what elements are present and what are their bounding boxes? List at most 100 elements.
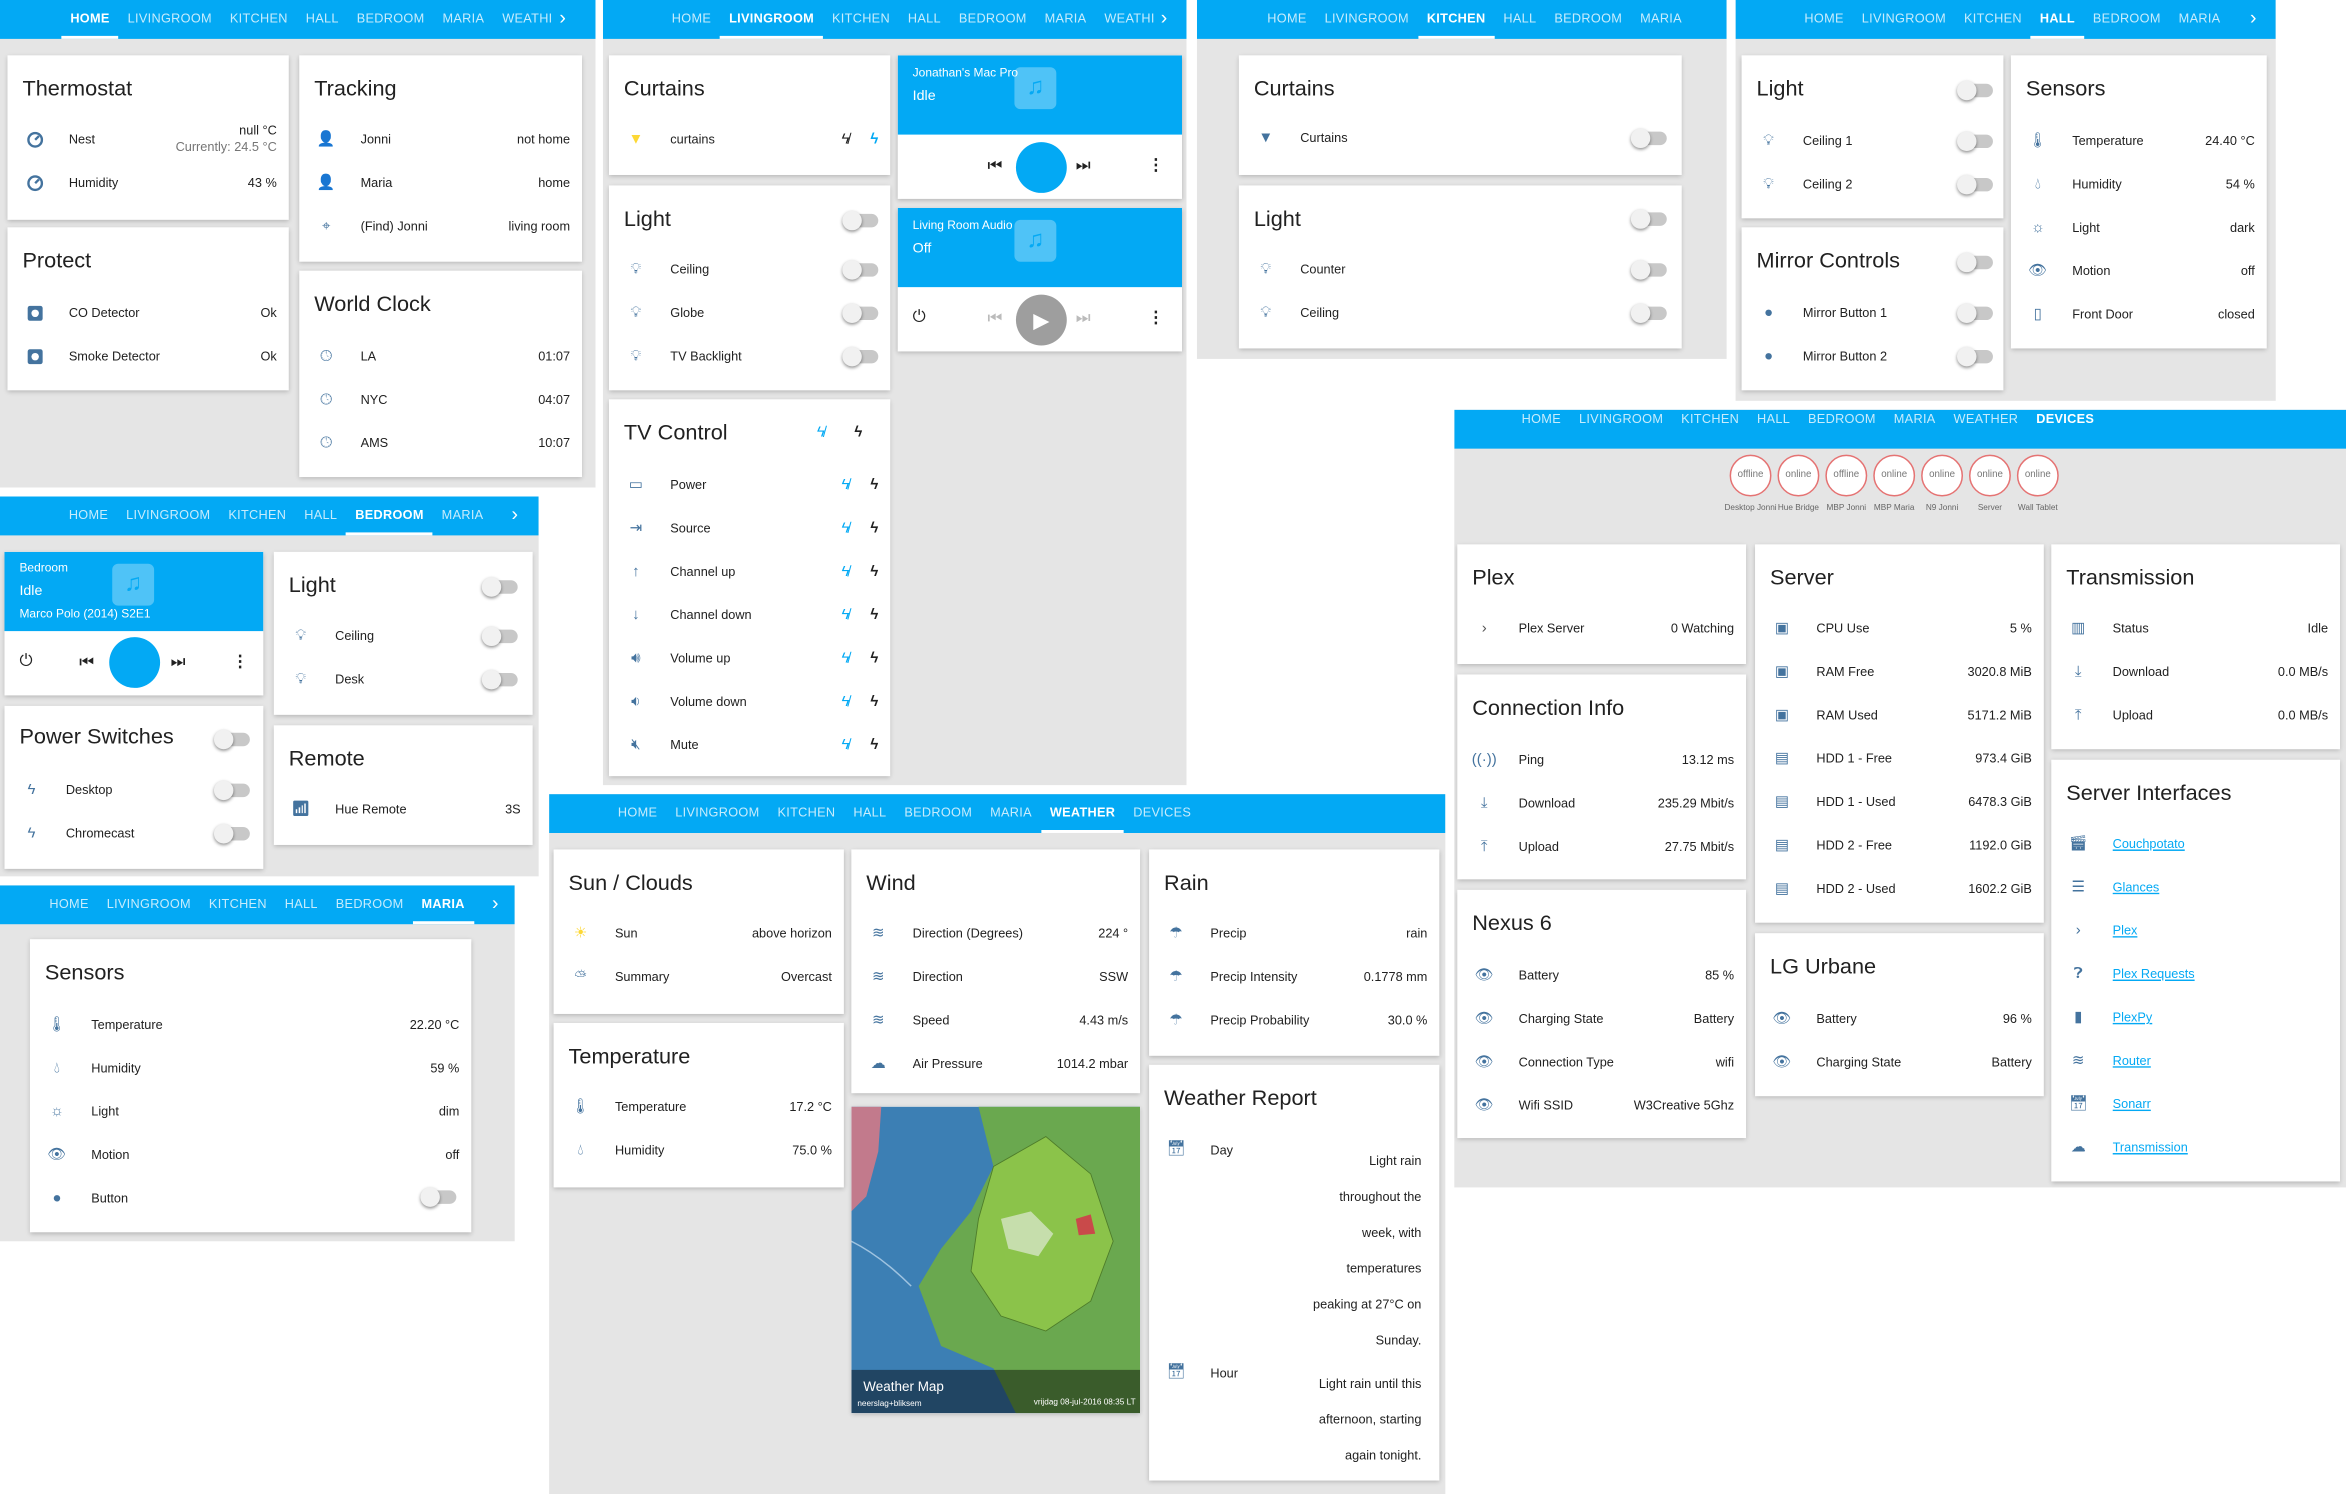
switch-toggle[interactable] bbox=[213, 779, 250, 800]
tab-home[interactable]: HOME bbox=[1795, 0, 1852, 39]
tab-bedroom[interactable]: BEDROOM bbox=[1545, 0, 1631, 39]
flash-icon[interactable]: ϟ bbox=[870, 606, 878, 622]
power-group-toggle[interactable] bbox=[213, 729, 250, 749]
tab-livingroom[interactable]: LIVINGROOM bbox=[1853, 0, 1955, 39]
tab-hall[interactable]: HALL bbox=[276, 885, 327, 924]
curtains-row[interactable]: ▼ Curtains bbox=[1251, 126, 1670, 150]
tab-home[interactable]: HOME bbox=[1513, 410, 1570, 429]
tab-home[interactable]: HOME bbox=[609, 794, 666, 833]
flash-off-icon[interactable]: ϟ̸ bbox=[841, 737, 849, 753]
flash-off-icon[interactable]: ϟ̸ bbox=[841, 131, 849, 147]
interface-row[interactable]: ≋ Router bbox=[2063, 1048, 2328, 1072]
tv-row[interactable]: ↓ Channel down ϟ̸ ϟ bbox=[621, 603, 878, 627]
tab-livingroom[interactable]: LIVINGROOM bbox=[1570, 410, 1672, 429]
mirror-toggle[interactable] bbox=[1957, 302, 1993, 323]
device-status-badge[interactable]: online bbox=[1921, 454, 1964, 497]
server-row[interactable]: ▤ HDD 1 - Used 6478.3 GiB bbox=[1767, 790, 2032, 814]
transmission-row[interactable]: ⤒ Upload 0.0 MB/s bbox=[2063, 703, 2328, 727]
flash-off-icon[interactable]: ϟ̸ bbox=[841, 606, 849, 622]
flash-off-icon[interactable]: ϟ̸ bbox=[841, 476, 849, 492]
light-group-toggle[interactable] bbox=[1957, 80, 1993, 100]
light-toggle[interactable] bbox=[842, 302, 879, 323]
device-status-badge[interactable]: online bbox=[1968, 454, 2011, 497]
power-icon[interactable]: ⏻ bbox=[913, 308, 926, 327]
next-icon[interactable]: ⏭︎ bbox=[1076, 310, 1091, 329]
tab-maria[interactable]: MARIA bbox=[433, 497, 493, 536]
clock-row[interactable]: 🕓︎ LA 01:07 bbox=[311, 344, 570, 368]
wind-row[interactable]: ≋ Speed 4.43 m/s bbox=[863, 1008, 1128, 1032]
sensor-row[interactable]: 👁︎ Motion off bbox=[42, 1143, 459, 1167]
interface-link[interactable]: Glances bbox=[2113, 879, 2328, 894]
more-icon[interactable]: ⋮ bbox=[1148, 308, 1164, 328]
tab-home[interactable]: HOME bbox=[40, 885, 97, 924]
light-toggle[interactable] bbox=[1957, 130, 1993, 151]
light-group-toggle[interactable] bbox=[481, 576, 518, 596]
light-toggle[interactable] bbox=[481, 625, 518, 646]
flash-off-icon[interactable]: ϟ̸ bbox=[817, 425, 825, 441]
tv-row[interactable]: ⇥ Source ϟ̸ ϟ bbox=[621, 516, 879, 540]
tab-kitchen[interactable]: KITCHEN bbox=[1417, 0, 1495, 39]
light-group-toggle[interactable] bbox=[842, 210, 879, 230]
tab-maria[interactable]: MARIA bbox=[981, 794, 1041, 833]
interface-row[interactable]: 📅︎ Sonarr bbox=[2063, 1092, 2328, 1116]
clock-row[interactable]: 🕓︎ NYC 04:07 bbox=[311, 387, 570, 411]
tab-home[interactable]: HOME bbox=[61, 0, 119, 39]
light-toggle[interactable] bbox=[1630, 302, 1667, 323]
tab-home[interactable]: HOME bbox=[1258, 0, 1315, 39]
server-row[interactable]: ▤ HDD 2 - Used 1602.2 GiB bbox=[1767, 876, 2032, 900]
device-status-badge[interactable]: offline bbox=[1825, 454, 1868, 497]
tab-bedroom[interactable]: BEDROOM bbox=[950, 0, 1036, 39]
connection-row[interactable]: ⤓ Download 235.29 Mbit/s bbox=[1469, 791, 1734, 815]
tab-devices[interactable]: DEVICES bbox=[2027, 410, 2103, 429]
light-toggle[interactable] bbox=[1957, 174, 1993, 194]
flash-off-icon[interactable]: ϟ̸ bbox=[841, 693, 849, 709]
interface-link[interactable]: Router bbox=[2113, 1053, 2328, 1068]
tab-livingroom[interactable]: LIVINGROOM bbox=[117, 497, 219, 536]
connection-row[interactable]: ((·)) Ping 13.12 ms bbox=[1469, 748, 1734, 772]
light-row[interactable]: 💡︎ Counter bbox=[1251, 257, 1670, 281]
smoke-row[interactable]: Smoke Detector Ok bbox=[19, 344, 277, 368]
chevron-right-icon[interactable]: › bbox=[480, 885, 510, 924]
previous-icon[interactable]: ⏮︎ bbox=[987, 310, 1002, 329]
light-row[interactable]: 💡︎ Ceiling bbox=[1251, 301, 1670, 325]
phone-row[interactable]: 👁︎ Battery 85 % bbox=[1469, 963, 1734, 987]
rain-row[interactable]: ☂ Precip rain bbox=[1161, 921, 1427, 945]
tab-weather[interactable]: WEATHER bbox=[1040, 794, 1125, 833]
chevron-right-icon[interactable]: › bbox=[500, 497, 530, 536]
transmission-row[interactable]: ⤓ Download 0.0 MB/s bbox=[2063, 660, 2328, 684]
mirror-group-toggle[interactable] bbox=[1957, 251, 1993, 272]
curtains-row[interactable]: ▼ curtains ϟ̸ ϟ bbox=[621, 127, 878, 151]
tab-maria[interactable]: MARIA bbox=[2170, 0, 2230, 39]
tab-weather[interactable]: WEATHER bbox=[1945, 410, 2028, 429]
power-icon[interactable]: ⏻ bbox=[19, 652, 32, 671]
play-button[interactable] bbox=[109, 637, 161, 688]
tv-row[interactable]: ↑ Channel up ϟ̸ ϟ bbox=[621, 559, 878, 583]
tab-bedroom[interactable]: BEDROOM bbox=[346, 497, 433, 536]
sensor-row[interactable]: ● Button bbox=[42, 1186, 459, 1210]
chevron-right-icon[interactable]: › bbox=[548, 0, 578, 39]
tab-hall[interactable]: HALL bbox=[1494, 0, 1545, 39]
rain-row[interactable]: ☂ Precip Probability 30.0 % bbox=[1161, 1008, 1427, 1032]
flash-icon[interactable]: ϟ bbox=[870, 563, 878, 579]
more-icon[interactable]: ⋮ bbox=[1148, 156, 1164, 175]
remote-row[interactable]: 📶︎ Hue Remote 3S bbox=[286, 797, 520, 821]
humidity-row[interactable]: Humidity 43 % bbox=[19, 170, 277, 194]
wind-row[interactable]: ≋ Direction (Degrees) 224 ° bbox=[863, 921, 1128, 945]
switch-toggle[interactable] bbox=[213, 823, 250, 843]
tv-row[interactable]: ▭ Power ϟ̸ ϟ bbox=[621, 473, 878, 497]
tracking-row[interactable]: ⌖ (Find) Jonni living room bbox=[311, 214, 570, 238]
light-toggle[interactable] bbox=[842, 259, 879, 279]
device-status-badge[interactable]: online bbox=[1777, 454, 1820, 497]
tab-kitchen[interactable]: KITCHEN bbox=[1955, 0, 2031, 39]
tv-row[interactable]: 🔇︎ Mute ϟ̸ ϟ bbox=[621, 733, 878, 757]
chevron-right-icon[interactable]: › bbox=[2238, 0, 2268, 39]
light-row[interactable]: 💡︎ Globe bbox=[621, 301, 878, 325]
flash-off-icon[interactable]: ϟ̸ bbox=[841, 563, 849, 579]
tracking-row[interactable]: 👤 Jonni not home bbox=[311, 127, 570, 151]
sensor-row[interactable]: 💧︎ Humidity 59 % bbox=[42, 1056, 459, 1080]
plex-row[interactable]: › Plex Server 0 Watching bbox=[1469, 616, 1734, 640]
interface-link[interactable]: Plex Requests bbox=[2113, 966, 2328, 981]
sensor-row[interactable]: 🌡︎ Temperature 22.20 °C bbox=[42, 1012, 459, 1036]
connection-row[interactable]: ⤒ Upload 27.75 Mbit/s bbox=[1469, 834, 1734, 858]
tab-home[interactable]: HOME bbox=[663, 0, 720, 39]
